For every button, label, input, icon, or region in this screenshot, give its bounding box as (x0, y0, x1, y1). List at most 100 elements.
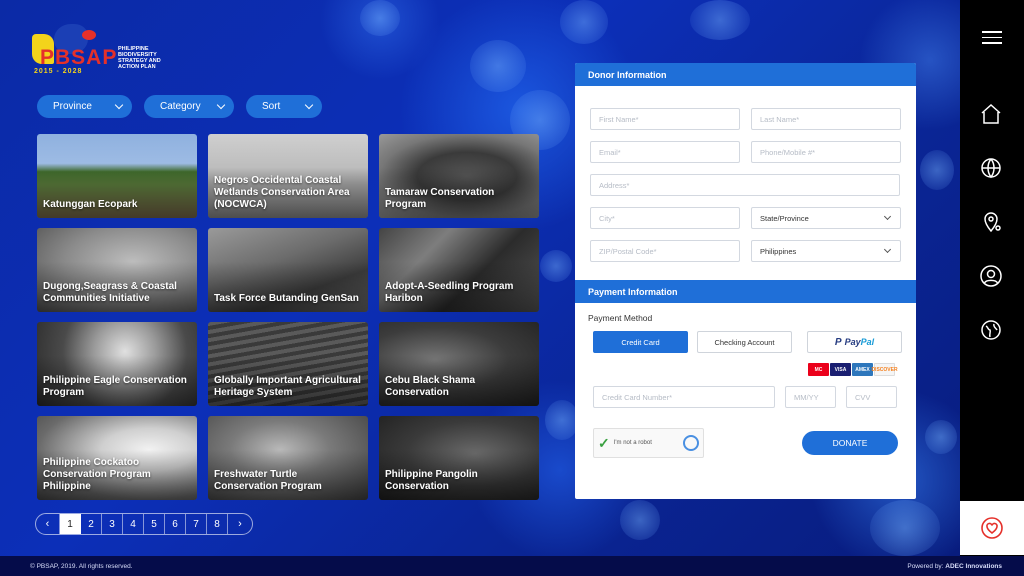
cvv-field[interactable]: CVV (846, 386, 897, 408)
program-card-title: Freshwater Turtle Conservation Program (214, 469, 322, 492)
logo-brand: PBSAP (40, 46, 118, 69)
user-icon[interactable] (978, 263, 1004, 289)
program-card-title: Dugong,Seagrass & Coastal Communities In… (43, 281, 177, 304)
chevron-down-icon (216, 100, 226, 110)
city-field[interactable]: City* (590, 207, 740, 229)
page-button-6[interactable]: 6 (165, 514, 186, 534)
accepted-cards: MC VISA AMEX DISCOVER (588, 363, 903, 376)
logo-tagline: Philippine Biodiversity Strategy and Act… (118, 46, 161, 70)
phone-field[interactable]: Phone/Mobile #* (751, 141, 901, 163)
page-button-2[interactable]: 2 (81, 514, 102, 534)
credit-card-button[interactable]: Credit Card (593, 331, 688, 353)
next-page-button[interactable]: › (228, 514, 252, 534)
category-filter-label: Category (160, 101, 201, 112)
discover-logo: DISCOVER (871, 363, 898, 376)
heart-icon (981, 517, 1003, 539)
program-card-title: Philippine Pangolin Conservation (385, 469, 478, 492)
program-card[interactable]: Cebu Black Shama Conservation (379, 322, 539, 406)
map-pin-icon[interactable] (978, 209, 1004, 235)
logo[interactable]: PBSAP 2015 - 2028 Philippine Biodiversit… (32, 24, 178, 76)
program-card-title: Adopt-A-Seedling Program Haribon (385, 281, 514, 304)
expiry-field[interactable]: MM/YY (785, 386, 836, 408)
chevron-down-icon (304, 100, 314, 110)
sort-filter-label: Sort (262, 101, 281, 112)
powered-by-link[interactable]: ADEC Innovations (945, 563, 1002, 570)
globe-icon[interactable] (978, 155, 1004, 181)
checkmark-icon: ✓ (598, 434, 610, 451)
state-select[interactable]: State/Province (751, 207, 901, 229)
powered-by-prefix: Powered by: (907, 562, 946, 570)
page-button-1[interactable]: 1 (60, 514, 81, 534)
captcha-label: I'm not a robot (613, 440, 652, 446)
menu-icon[interactable] (982, 31, 1002, 48)
country-select[interactable]: Philippines (751, 240, 901, 262)
pagination: ‹ 1 2 3 4 5 6 7 8 › (35, 513, 253, 535)
amex-logo: AMEX (852, 363, 873, 376)
donate-button[interactable]: DONATE (802, 431, 898, 455)
prev-page-button[interactable]: ‹ (36, 514, 60, 534)
footer: © PBSAP, 2019. All rights reserved. Powe… (0, 556, 1024, 576)
donation-form: Donor Information First Name* Last Name*… (575, 63, 916, 499)
program-card[interactable]: Task Force Butanding GenSan (208, 228, 368, 312)
chevron-down-icon (883, 212, 892, 221)
home-icon[interactable] (978, 101, 1004, 127)
paypal-label-1: Pay (844, 337, 861, 347)
copyright-text: © PBSAP, 2019. All rights reserved. (30, 562, 133, 570)
program-card[interactable]: Tamaraw Conservation Program (379, 134, 539, 218)
zip-field[interactable]: ZIP/Postal Code* (590, 240, 740, 262)
province-filter-label: Province (53, 101, 92, 112)
donor-info-heading: Donor Information (575, 63, 916, 86)
page-button-3[interactable]: 3 (102, 514, 123, 534)
last-name-field[interactable]: Last Name* (751, 108, 901, 130)
program-card[interactable]: Philippine Cockatoo Conservation Program… (37, 416, 197, 500)
program-card-title: Negros Occidental Coastal Wetlands Conse… (214, 175, 350, 210)
first-name-field[interactable]: First Name* (590, 108, 740, 130)
email-field[interactable]: Email* (590, 141, 740, 163)
program-card[interactable]: Freshwater Turtle Conservation Program (208, 416, 368, 500)
address-field[interactable]: Address* (590, 174, 900, 196)
powered-by: Powered by: ADEC Innovations (907, 563, 1002, 570)
paypal-label-2: Pal (860, 337, 875, 347)
program-card[interactable]: Negros Occidental Coastal Wetlands Conse… (208, 134, 368, 218)
program-card-title: Globally Important Agricultural Heritage… (214, 375, 361, 398)
program-card[interactable]: Philippine Eagle Conservation Program (37, 322, 197, 406)
page-button-5[interactable]: 5 (144, 514, 165, 534)
logo-years: 2015 - 2028 (34, 68, 83, 75)
program-card-title: Task Force Butanding GenSan (214, 293, 359, 304)
page-button-4[interactable]: 4 (123, 514, 144, 534)
program-card-title: Philippine Eagle Conservation Program (43, 375, 187, 398)
state-select-value: State/Province (760, 213, 809, 223)
program-card-title: Philippine Cockatoo Conservation Program… (43, 457, 151, 492)
province-filter[interactable]: Province (37, 95, 132, 118)
program-card[interactable]: Katunggan Ecopark (37, 134, 197, 218)
category-filter[interactable]: Category (144, 95, 234, 118)
program-card[interactable]: Globally Important Agricultural Heritage… (208, 322, 368, 406)
page-button-7[interactable]: 7 (186, 514, 207, 534)
chevron-down-icon (114, 100, 124, 110)
program-card-title: Cebu Black Shama Conservation (385, 375, 476, 398)
recaptcha-icon (683, 435, 699, 451)
program-card-title: Tamaraw Conservation Program (385, 187, 495, 210)
paypal-button[interactable]: P Pay Pal (807, 331, 902, 353)
checking-account-button[interactable]: Checking Account (697, 331, 792, 353)
earth-heart-icon[interactable] (978, 317, 1004, 343)
payment-info-heading: Payment Information (575, 280, 916, 303)
paypal-icon: P (834, 336, 842, 348)
program-card[interactable]: Dugong,Seagrass & Coastal Communities In… (37, 228, 197, 312)
program-grid: Katunggan Ecopark Negros Occidental Coas… (37, 134, 539, 500)
country-select-value: Philippines (760, 246, 797, 256)
captcha-widget[interactable]: ✓ I'm not a robot (593, 428, 704, 458)
program-card-title: Katunggan Ecopark (43, 199, 138, 210)
visa-logo: VISA (830, 363, 851, 376)
filter-bar: Province Category Sort (37, 95, 322, 118)
program-card[interactable]: Adopt-A-Seedling Program Haribon (379, 228, 539, 312)
program-card[interactable]: Philippine Pangolin Conservation (379, 416, 539, 500)
card-number-field[interactable]: Credit Card Number* (593, 386, 775, 408)
payment-method-label: Payment Method (588, 313, 653, 323)
chevron-down-icon (883, 245, 892, 254)
donate-heart-button[interactable] (960, 501, 1024, 555)
sort-filter[interactable]: Sort (246, 95, 322, 118)
mastercard-logo: MC (808, 363, 829, 376)
page-button-8[interactable]: 8 (207, 514, 228, 534)
logo-mark: PBSAP 2015 - 2028 (32, 24, 118, 76)
